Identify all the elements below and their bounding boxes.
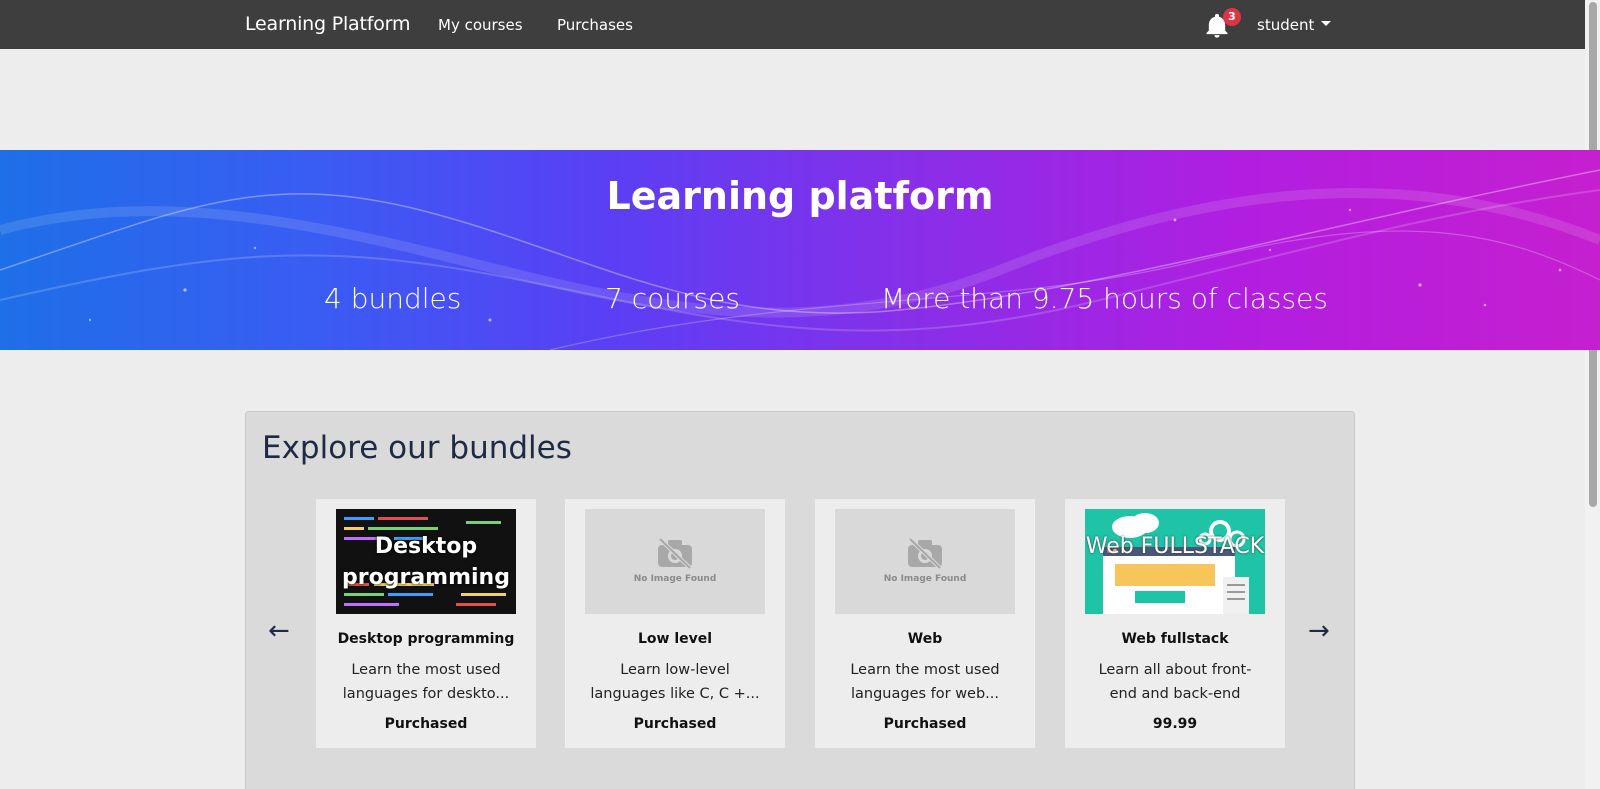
caret-down-icon <box>1321 21 1332 26</box>
nav-link-my-courses[interactable]: My courses <box>438 16 523 34</box>
bundle-thumbnail: No Image Found <box>585 509 765 614</box>
user-dropdown[interactable]: student <box>1257 16 1332 34</box>
top-navbar: Learning Platform My courses Purchases 3… <box>0 0 1585 49</box>
no-image-label: No Image Found <box>633 574 717 584</box>
notification-count-badge: 3 <box>1223 8 1241 26</box>
bundle-title: Desktop programming <box>337 631 515 647</box>
carousel-prev-arrow-icon[interactable]: ← <box>268 616 290 646</box>
stat-hours: More than 9.75 hours of classes <box>881 282 1328 315</box>
nav-link-purchases[interactable]: Purchases <box>557 16 633 34</box>
bundle-title: Web fullstack <box>1121 631 1229 647</box>
bundle-card[interactable]: Web FULLSTACK Web fullstack Learn all ab… <box>1065 499 1285 748</box>
bundle-price: 99.99 <box>1152 716 1198 732</box>
bundle-thumbnail: Web FULLSTACK <box>1085 509 1265 614</box>
bundle-card[interactable]: Desktop programming Desktop programming … <box>316 499 536 748</box>
hero-banner: Learning platform 4 bundles 7 courses Mo… <box>0 150 1600 350</box>
user-name: student <box>1257 16 1315 34</box>
thumbnail-caption: Desktop programming <box>342 534 510 590</box>
hero-title: Learning platform <box>606 174 994 218</box>
bundle-thumbnail: Desktop programming <box>336 509 516 614</box>
thumbnail-caption: Web FULLSTACK <box>1085 534 1265 559</box>
bundle-card[interactable]: No Image Found Web Learn the most used l… <box>815 499 1035 748</box>
bundle-thumbnail: No Image Found <box>835 509 1015 614</box>
stat-courses: 7 courses <box>605 282 740 315</box>
bundle-description: Learn low-level languages like C, C +... <box>590 662 760 702</box>
no-camera-icon <box>908 537 942 569</box>
section-title: Explore our bundles <box>262 430 572 466</box>
bundle-description: Learn the most used languages for deskto… <box>342 662 510 702</box>
bundle-description: Learn all about front-end and back-end <box>1098 662 1252 702</box>
bundle-title: Web <box>907 631 943 647</box>
brand-link[interactable]: Learning Platform <box>245 13 410 35</box>
bundle-status: Purchased <box>633 716 717 732</box>
carousel-next-arrow-icon[interactable]: → <box>1308 616 1330 646</box>
bundle-description: Learn the most used languages for web... <box>850 662 1000 702</box>
stat-bundles: 4 bundles <box>324 282 462 315</box>
no-image-label: No Image Found <box>883 574 967 584</box>
no-camera-icon <box>658 537 692 569</box>
bundles-section: Explore our bundles ← → Desktop programm… <box>245 411 1355 789</box>
bundle-title: Low level <box>637 631 713 647</box>
bundle-status: Purchased <box>384 716 468 732</box>
bundle-card[interactable]: No Image Found Low level Learn low-level… <box>565 499 785 748</box>
bundle-status: Purchased <box>883 716 967 732</box>
